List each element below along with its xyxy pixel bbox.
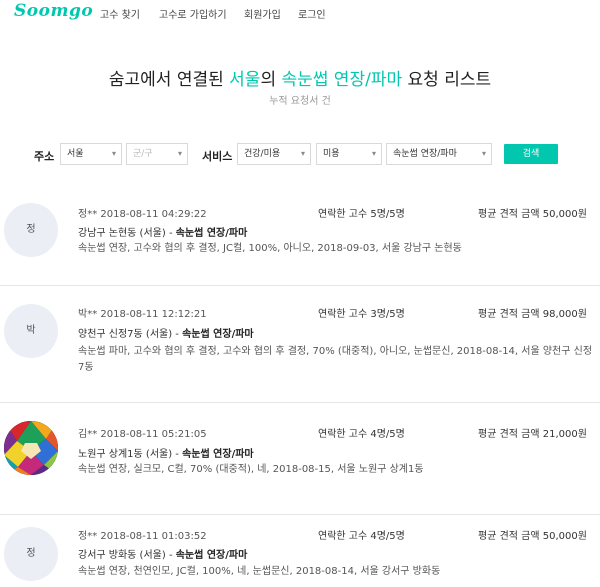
request-description: 속눈썹 파마, 고수와 협의 후 결정, 고수와 협의 후 결정, 70% (대… xyxy=(78,346,593,373)
chevron-down-icon: ▾ xyxy=(177,149,182,158)
avatar: 정 xyxy=(4,527,58,581)
title-mid: 의 xyxy=(260,70,282,90)
request-meta: 정** 2018-08-11 01:03:52 xyxy=(78,527,207,542)
request-card[interactable]: 정 정** 2018-08-11 04:29:22 연락한 고수 5명/5명 평… xyxy=(0,190,600,286)
title-suffix: 요청 리스트 xyxy=(402,70,492,90)
contacted-pros: 연락한 고수 3명/5명 xyxy=(318,309,405,320)
request-datetime: 2018-08-11 04:29:22 xyxy=(100,209,207,220)
service-name: 속눈썹 연장/파마 xyxy=(182,449,254,460)
service-name: 속눈썹 연장/파마 xyxy=(175,550,248,561)
geometric-avatar-image xyxy=(4,421,58,475)
requester-name: 정** xyxy=(78,531,98,542)
request-meta: 정** 2018-08-11 04:29:22 xyxy=(78,205,207,220)
subcategory-select[interactable]: 미용 ▾ xyxy=(316,143,382,165)
avatar: 박 xyxy=(4,304,58,358)
chevron-down-icon: ▾ xyxy=(371,149,376,158)
request-card[interactable]: 박 박** 2018-08-11 12:12:21 연락한 고수 3명/5명 평… xyxy=(0,286,600,403)
nav-find-pro[interactable]: 고수 찾기 xyxy=(100,6,140,21)
category-select-value: 건강/미용 xyxy=(244,149,281,159)
requester-name: 정** xyxy=(78,209,98,220)
service-label: 서비스 xyxy=(202,150,233,163)
request-datetime: 2018-08-11 12:12:21 xyxy=(100,309,207,320)
average-quote: 평균 견적 금액 21,000원 xyxy=(478,429,587,440)
request-location: 노원구 상계1동 (서울) - 속눈썹 연장/파마 xyxy=(78,449,254,460)
request-description: 속눈썹 연장, 천연인모, JC컬, 100%, 네, 눈썹문신, 2018-0… xyxy=(78,566,441,577)
contacted-pros: 연락한 고수 5명/5명 xyxy=(318,209,405,220)
requester-name: 박** xyxy=(78,309,98,320)
title-prefix: 숨고에서 연결된 xyxy=(108,70,230,90)
category-select[interactable]: 건강/미용 ▾ xyxy=(237,143,311,165)
chevron-down-icon: ▾ xyxy=(300,149,305,158)
page-title: 숨고에서 연결된 서울의 속눈썹 연장/파마 요청 리스트 xyxy=(0,65,600,90)
nav-signup[interactable]: 회원가입 xyxy=(244,6,281,21)
request-datetime: 2018-08-11 01:03:52 xyxy=(100,531,207,542)
title-city: 서울 xyxy=(229,70,261,90)
average-quote: 평균 견적 금액 98,000원 xyxy=(478,309,587,320)
nav-login[interactable]: 로그인 xyxy=(298,6,326,21)
service-name: 속눈썹 연장/파마 xyxy=(175,228,248,239)
average-quote: 평균 견적 금액 50,000원 xyxy=(478,531,587,542)
page-subtitle: 누적 요청서 건 xyxy=(269,96,331,107)
location-text: 강남구 논현동 (서울) xyxy=(78,228,166,239)
district-select-value: 군/구 xyxy=(133,149,153,159)
request-card[interactable]: 김** 2018-08-11 05:21:05 연락한 고수 4명/5명 평균 … xyxy=(0,403,600,515)
request-meta: 박** 2018-08-11 12:12:21 xyxy=(78,305,207,320)
request-datetime: 2018-08-11 05:21:05 xyxy=(100,429,207,440)
request-meta: 김** 2018-08-11 05:21:05 xyxy=(78,425,207,440)
request-description: 속눈썹 연장, 실크모, C컬, 70% (대중적), 네, 2018-08-1… xyxy=(78,464,424,475)
city-select-value: 서울 xyxy=(67,149,84,159)
avatar: 정 xyxy=(4,203,58,257)
address-label: 주소 xyxy=(34,150,55,163)
avatar xyxy=(4,421,58,475)
contacted-pros: 연락한 고수 4명/5명 xyxy=(318,531,405,542)
request-location: 강서구 방화동 (서울) - 속눈썹 연장/파마 xyxy=(78,550,248,561)
requester-name: 김** xyxy=(78,429,98,440)
nav-join-as-pro[interactable]: 고수로 가입하기 xyxy=(159,6,227,21)
soomgo-logo[interactable]: Soomgo xyxy=(14,1,93,21)
service-name: 속눈썹 연장/파마 xyxy=(182,329,254,340)
chevron-down-icon: ▾ xyxy=(481,149,486,158)
location-text: 양천구 신정7동 (서울) xyxy=(78,329,173,340)
city-select[interactable]: 서울 ▾ xyxy=(60,143,122,165)
title-service: 속눈썹 연장/파마 xyxy=(281,70,403,90)
request-location: 양천구 신정7동 (서울) - 속눈썹 연장/파마 xyxy=(78,329,254,340)
service-select-value: 속눈썹 연장/파마 xyxy=(393,149,457,159)
location-text: 노원구 상계1동 (서울) xyxy=(78,449,173,460)
chevron-down-icon: ▾ xyxy=(111,149,116,158)
request-location: 강남구 논현동 (서울) - 속눈썹 연장/파마 xyxy=(78,228,248,239)
contacted-pros: 연락한 고수 4명/5명 xyxy=(318,429,405,440)
request-description: 속눈썹 연장, 고수와 협의 후 결정, JC컬, 100%, 아니오, 201… xyxy=(78,243,462,254)
location-text: 강서구 방화동 (서울) xyxy=(78,550,166,561)
request-card[interactable]: 정 정** 2018-08-11 01:03:52 연락한 고수 4명/5명 평… xyxy=(0,515,600,587)
search-button[interactable]: 검색 xyxy=(504,144,558,164)
average-quote: 평균 견적 금액 50,000원 xyxy=(478,209,587,220)
subcategory-select-value: 미용 xyxy=(323,149,340,159)
top-nav: Soomgo 고수 찾기 고수로 가입하기 회원가입 로그인 xyxy=(0,0,600,27)
district-select[interactable]: 군/구 ▾ xyxy=(126,143,188,165)
service-select[interactable]: 속눈썹 연장/파마 ▾ xyxy=(386,143,492,165)
